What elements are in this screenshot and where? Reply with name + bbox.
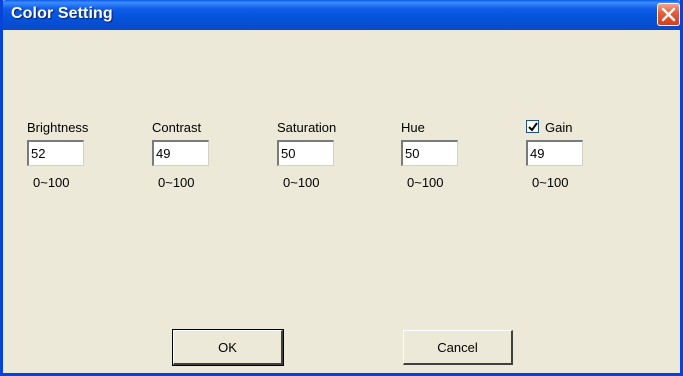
hue-input[interactable] — [401, 140, 458, 166]
gain-input[interactable] — [526, 140, 583, 166]
brightness-input[interactable] — [27, 140, 84, 166]
hue-label: Hue — [401, 120, 425, 135]
gain-checkbox[interactable] — [526, 120, 539, 133]
close-icon — [661, 7, 676, 22]
hue-range: 0~100 — [407, 175, 444, 190]
title-bar[interactable]: Color Setting — [3, 0, 680, 30]
cancel-button[interactable]: Cancel — [403, 330, 513, 365]
contrast-range: 0~100 — [158, 175, 195, 190]
checkmark-icon — [528, 122, 538, 132]
gain-range: 0~100 — [532, 175, 569, 190]
close-button[interactable] — [657, 3, 680, 26]
saturation-input[interactable] — [277, 140, 334, 166]
color-setting-dialog: Color Setting Brightness 0~100 Contrast … — [0, 0, 683, 376]
contrast-input[interactable] — [152, 140, 209, 166]
window-title: Color Setting — [11, 5, 113, 22]
saturation-label: Saturation — [277, 120, 337, 135]
brightness-label: Brightness — [27, 120, 89, 135]
ok-button[interactable]: OK — [172, 329, 284, 366]
brightness-range: 0~100 — [33, 175, 70, 190]
saturation-range: 0~100 — [283, 175, 320, 190]
gain-label: Gain — [545, 120, 573, 135]
contrast-label: Contrast — [152, 120, 202, 135]
